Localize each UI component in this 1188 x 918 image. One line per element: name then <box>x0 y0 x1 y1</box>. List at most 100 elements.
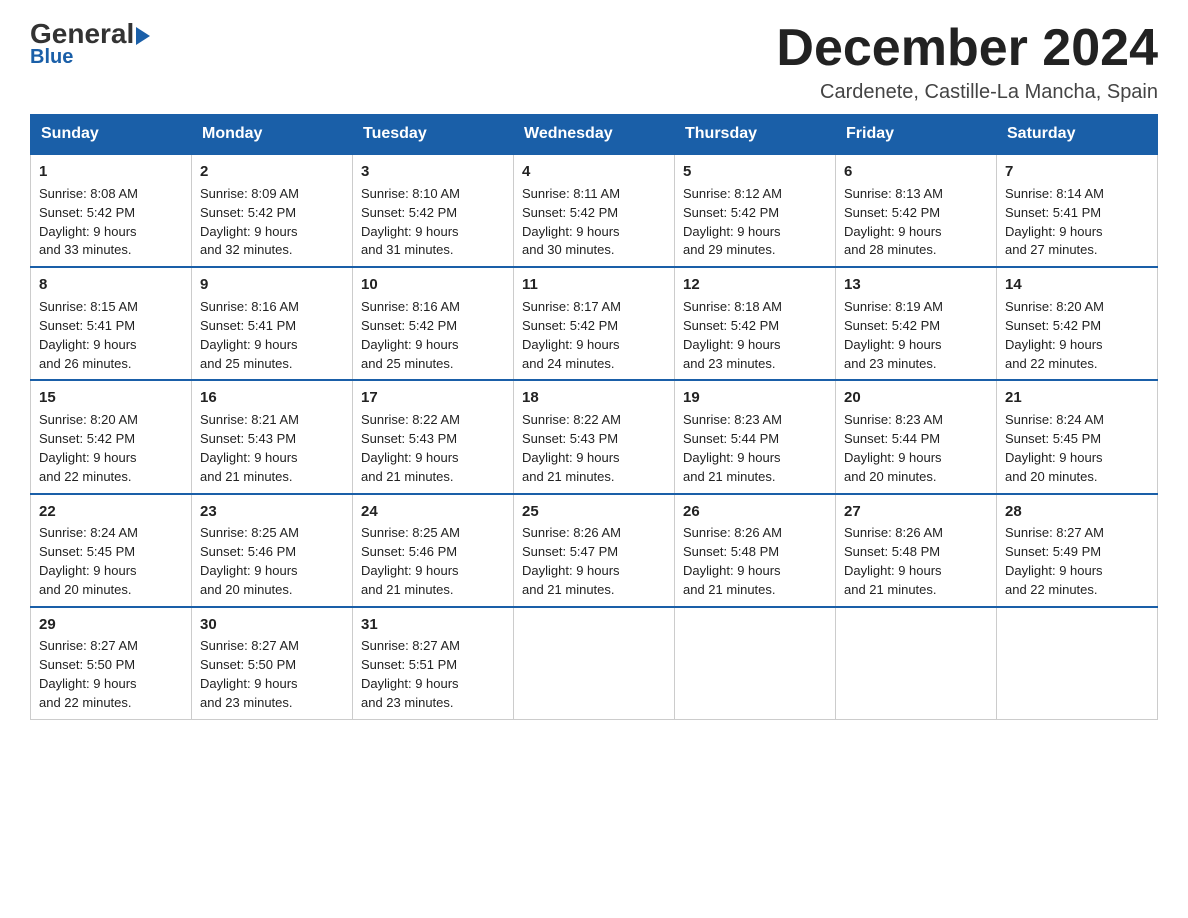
sunrise: Sunrise: 8:26 AM <box>683 525 782 540</box>
calendar-day: 29Sunrise: 8:27 AMSunset: 5:50 PMDayligh… <box>31 607 192 720</box>
daylight: Daylight: 9 hours <box>522 224 620 239</box>
daylight-minutes: and 22 minutes. <box>1005 582 1098 597</box>
daylight: Daylight: 9 hours <box>844 337 942 352</box>
col-saturday: Saturday <box>997 115 1158 155</box>
daylight-minutes: and 30 minutes. <box>522 242 615 257</box>
day-number: 3 <box>361 161 505 183</box>
sunrise: Sunrise: 8:25 AM <box>361 525 460 540</box>
calendar-day: 3Sunrise: 8:10 AMSunset: 5:42 PMDaylight… <box>353 154 514 267</box>
sunset: Sunset: 5:42 PM <box>39 431 135 446</box>
sunrise: Sunrise: 8:20 AM <box>1005 299 1104 314</box>
daylight-minutes: and 33 minutes. <box>39 242 132 257</box>
calendar-day <box>997 607 1158 720</box>
calendar-day: 25Sunrise: 8:26 AMSunset: 5:47 PMDayligh… <box>514 494 675 607</box>
daylight: Daylight: 9 hours <box>39 224 137 239</box>
sunset: Sunset: 5:42 PM <box>522 205 618 220</box>
daylight: Daylight: 9 hours <box>200 450 298 465</box>
day-number: 29 <box>39 614 183 636</box>
day-number: 23 <box>200 501 344 523</box>
sunrise: Sunrise: 8:21 AM <box>200 412 299 427</box>
sunrise: Sunrise: 8:27 AM <box>200 638 299 653</box>
calendar-day <box>675 607 836 720</box>
title-block: December 2024 Cardenete, Castille-La Man… <box>776 20 1158 104</box>
sunset: Sunset: 5:48 PM <box>844 544 940 559</box>
daylight: Daylight: 9 hours <box>844 563 942 578</box>
sunrise: Sunrise: 8:27 AM <box>39 638 138 653</box>
col-friday: Friday <box>836 115 997 155</box>
daylight: Daylight: 9 hours <box>522 563 620 578</box>
daylight: Daylight: 9 hours <box>844 450 942 465</box>
daylight-minutes: and 21 minutes. <box>683 582 776 597</box>
day-number: 1 <box>39 161 183 183</box>
sunset: Sunset: 5:42 PM <box>683 318 779 333</box>
sunset: Sunset: 5:42 PM <box>844 205 940 220</box>
calendar-day <box>514 607 675 720</box>
calendar-day: 28Sunrise: 8:27 AMSunset: 5:49 PMDayligh… <box>997 494 1158 607</box>
daylight: Daylight: 9 hours <box>39 563 137 578</box>
sunset: Sunset: 5:42 PM <box>39 205 135 220</box>
calendar-day: 9Sunrise: 8:16 AMSunset: 5:41 PMDaylight… <box>192 267 353 380</box>
sunset: Sunset: 5:47 PM <box>522 544 618 559</box>
sunset: Sunset: 5:41 PM <box>1005 205 1101 220</box>
day-number: 17 <box>361 387 505 409</box>
daylight: Daylight: 9 hours <box>1005 450 1103 465</box>
daylight-minutes: and 22 minutes. <box>39 469 132 484</box>
daylight-minutes: and 31 minutes. <box>361 242 454 257</box>
daylight-minutes: and 28 minutes. <box>844 242 937 257</box>
daylight-minutes: and 26 minutes. <box>39 356 132 371</box>
daylight-minutes: and 21 minutes. <box>844 582 937 597</box>
calendar-week-2: 8Sunrise: 8:15 AMSunset: 5:41 PMDaylight… <box>31 267 1158 380</box>
day-number: 31 <box>361 614 505 636</box>
calendar-day: 10Sunrise: 8:16 AMSunset: 5:42 PMDayligh… <box>353 267 514 380</box>
daylight-minutes: and 22 minutes. <box>39 695 132 710</box>
logo-blue: Blue <box>30 46 73 69</box>
calendar-day: 31Sunrise: 8:27 AMSunset: 5:51 PMDayligh… <box>353 607 514 720</box>
calendar-week-5: 29 Sunrise: 8:27 AM Sunset: 5:50 PM Dayligh… <box>31 607 1158 720</box>
calendar-week-4: 22Sunrise: 8:24 AMSunset: 5:45 PMDayligh… <box>31 494 1158 607</box>
daylight: Daylight: 9 hours <box>200 337 298 352</box>
day-number: 14 <box>1005 274 1149 296</box>
sunset: Sunset: 5:42 PM <box>522 318 618 333</box>
sunset: Sunset: 5:46 PM <box>361 544 457 559</box>
logo-blue-text: Blue <box>30 46 73 69</box>
sunset: Sunset: 5:51 PM <box>361 657 457 672</box>
sunrise: Sunrise: 8:22 AM <box>522 412 621 427</box>
col-tuesday: Tuesday <box>353 115 514 155</box>
day-number: 10 <box>361 274 505 296</box>
daylight-minutes: and 24 minutes. <box>522 356 615 371</box>
sunrise: Sunrise: 8:20 AM <box>39 412 138 427</box>
daylight: Daylight: 9 hours <box>200 676 298 691</box>
calendar-day: 15 Sunrise: 8:20 AM Sunset: 5:42 PM Dayligh… <box>31 380 192 493</box>
day-number: 28 <box>1005 501 1149 523</box>
calendar-day: 18Sunrise: 8:22 AMSunset: 5:43 PMDayligh… <box>514 380 675 493</box>
sunset: Sunset: 5:42 PM <box>361 318 457 333</box>
daylight-minutes: and 21 minutes. <box>522 469 615 484</box>
sunrise: Sunrise: 8:08 AM <box>39 186 138 201</box>
calendar-day: 26Sunrise: 8:26 AMSunset: 5:48 PMDayligh… <box>675 494 836 607</box>
day-number: 7 <box>1005 161 1149 183</box>
sunrise: Sunrise: 8:15 AM <box>39 299 138 314</box>
sunrise: Sunrise: 8:17 AM <box>522 299 621 314</box>
daylight-minutes: and 20 minutes. <box>39 582 132 597</box>
sunset: Sunset: 5:50 PM <box>39 657 135 672</box>
calendar-day: 2Sunrise: 8:09 AMSunset: 5:42 PMDaylight… <box>192 154 353 267</box>
sunrise: Sunrise: 8:14 AM <box>1005 186 1104 201</box>
calendar-day: 23Sunrise: 8:25 AMSunset: 5:46 PMDayligh… <box>192 494 353 607</box>
daylight-minutes: and 20 minutes. <box>844 469 937 484</box>
daylight: Daylight: 9 hours <box>39 337 137 352</box>
daylight: Daylight: 9 hours <box>683 337 781 352</box>
daylight: Daylight: 9 hours <box>1005 224 1103 239</box>
day-number: 16 <box>200 387 344 409</box>
daylight: Daylight: 9 hours <box>200 563 298 578</box>
calendar-week-1: 1 Sunrise: 8:08 AM Sunset: 5:42 PM Daylight… <box>31 154 1158 267</box>
daylight-minutes: and 25 minutes. <box>361 356 454 371</box>
calendar-day <box>836 607 997 720</box>
daylight: Daylight: 9 hours <box>39 450 137 465</box>
calendar-day: 17Sunrise: 8:22 AMSunset: 5:43 PMDayligh… <box>353 380 514 493</box>
day-number: 15 <box>39 387 183 409</box>
day-number: 11 <box>522 274 666 296</box>
daylight-minutes: and 21 minutes. <box>522 582 615 597</box>
daylight-minutes: and 21 minutes. <box>683 469 776 484</box>
daylight: Daylight: 9 hours <box>361 450 459 465</box>
calendar-day: 22Sunrise: 8:24 AMSunset: 5:45 PMDayligh… <box>31 494 192 607</box>
